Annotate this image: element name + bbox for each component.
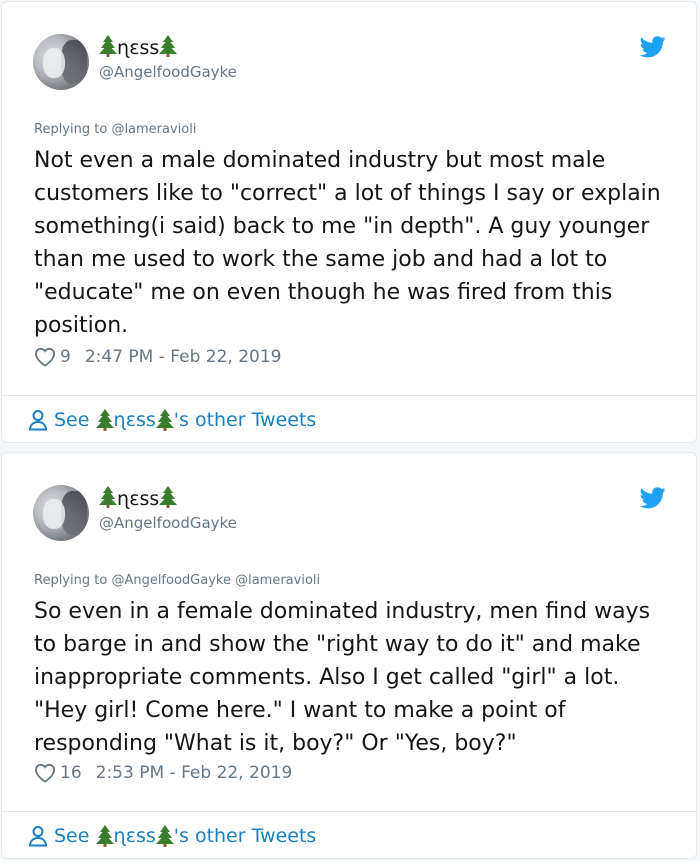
tweet-text: So even in a female dominated industry, … [34, 599, 651, 756]
evergreen-tree-icon [96, 825, 114, 847]
see-other-tweets-link[interactable]: See ɳɛss's other Tweets [28, 408, 316, 432]
replying-to: Replying to @AngelfoodGayke @lameravioli [34, 573, 321, 588]
display-name[interactable]: ɳɛss [99, 35, 177, 60]
mention-link[interactable]: @lameravioli [111, 122, 196, 137]
evergreen-tree-icon [159, 35, 177, 57]
display-name-text: ɳɛss [117, 37, 160, 59]
heart-icon[interactable] [34, 347, 56, 367]
see-other-tweets-link[interactable]: See ɳɛss's other Tweets [28, 824, 316, 848]
timestamp[interactable]: 2:53 PM - Feb 22, 2019 [96, 761, 293, 785]
user-handle[interactable]: @AngelfoodGayke [99, 62, 237, 82]
twitter-bird-icon[interactable] [639, 36, 666, 58]
divider [2, 395, 696, 396]
avatar[interactable] [33, 485, 89, 541]
evergreen-tree-icon [99, 486, 117, 508]
avatar[interactable] [33, 34, 89, 90]
display-name[interactable]: ɳɛss [99, 486, 177, 511]
user-handle[interactable]: @AngelfoodGayke [99, 513, 237, 533]
tweet-card: ɳɛss @AngelfoodGayke Replying to @Angelf… [1, 452, 697, 859]
divider [2, 811, 696, 812]
tweet-text: Not even a male dominated industry but m… [34, 148, 661, 338]
person-icon [28, 825, 48, 847]
evergreen-tree-icon [156, 409, 174, 431]
evergreen-tree-icon [96, 409, 114, 431]
person-icon [28, 409, 48, 431]
like-count[interactable]: 9 [60, 345, 71, 369]
evergreen-tree-icon [159, 486, 177, 508]
tweet-meta: 16 2:53 PM - Feb 22, 2019 [34, 761, 292, 785]
timestamp[interactable]: 2:47 PM - Feb 22, 2019 [85, 345, 282, 369]
evergreen-tree-icon [156, 825, 174, 847]
heart-icon[interactable] [34, 763, 56, 783]
display-name-text: ɳɛss [117, 488, 160, 510]
tweet-card: ɳɛss @AngelfoodGayke Replying to @lamera… [1, 1, 697, 443]
tweet-meta: 9 2:47 PM - Feb 22, 2019 [34, 345, 281, 369]
replying-to: Replying to @lameravioli [34, 122, 197, 137]
like-count[interactable]: 16 [60, 761, 82, 785]
twitter-bird-icon[interactable] [639, 487, 666, 509]
evergreen-tree-icon [99, 35, 117, 57]
mention-link[interactable]: @AngelfoodGayke @lameravioli [111, 573, 320, 588]
